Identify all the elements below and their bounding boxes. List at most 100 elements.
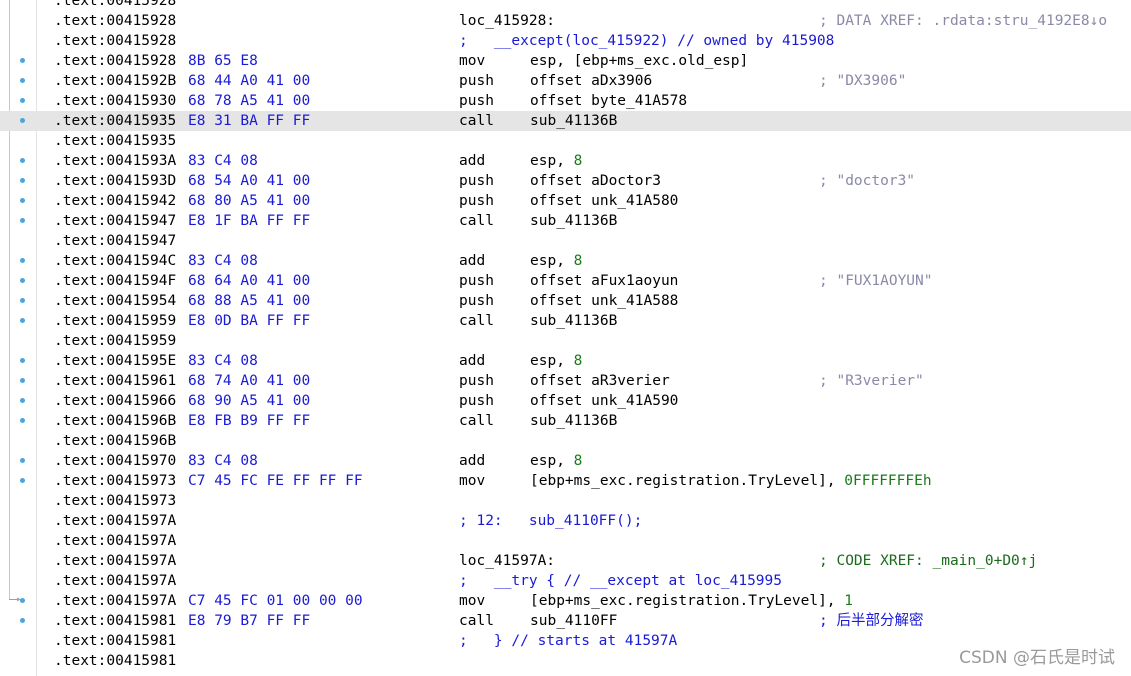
mnemonic[interactable]: mov	[459, 51, 485, 71]
mnemonic[interactable]: call	[459, 311, 494, 331]
address[interactable]: .text:0041596B	[54, 411, 176, 431]
address[interactable]: .text:00415954	[54, 291, 176, 311]
operand-text[interactable]: esp,	[530, 453, 574, 469]
listing-row[interactable]: .text:00415928 loc_415928: ; DATA XREF: .r…	[0, 11, 1131, 31]
operand-text[interactable]: esp,	[530, 153, 574, 169]
address[interactable]: .text:0041594F	[54, 271, 176, 291]
mnemonic[interactable]: push	[459, 291, 494, 311]
operands[interactable]: sub_41136B	[530, 311, 617, 331]
listing-row[interactable]: .text:00415930 68 78 A5 41 00 push offset b…	[0, 91, 1131, 111]
breakpoint-dot-icon[interactable]	[20, 418, 25, 423]
breakpoint-dot-icon[interactable]	[20, 78, 25, 83]
operands[interactable]: offset aDoctor3	[530, 171, 661, 191]
address[interactable]: .text:0041593A	[54, 151, 176, 171]
operand-text[interactable]: offset unk_41A580	[530, 193, 678, 209]
address[interactable]: .text:00415981	[54, 631, 176, 651]
operand-text[interactable]: sub_41136B	[530, 213, 617, 229]
address[interactable]: .text:00415981	[54, 651, 176, 671]
address[interactable]: .text:0041597A	[54, 531, 176, 551]
address[interactable]: .text:00415942	[54, 191, 176, 211]
address[interactable]: .text:00415973	[54, 491, 176, 511]
xref-comment[interactable]: ; CODE XREF: _main_0+D0↑j	[819, 551, 1037, 571]
listing-row[interactable]: .text:0041594C 83 C4 08 add esp, 8	[0, 251, 1131, 271]
address[interactable]: .text:0041597A	[54, 591, 176, 611]
listing-row[interactable]: .text:00415947 E8 1F BA FF FF call sub_4113…	[0, 211, 1131, 231]
operand-text[interactable]: esp,	[530, 353, 574, 369]
breakpoint-dot-icon[interactable]	[20, 618, 25, 623]
operand-text[interactable]: offset aDoctor3	[530, 173, 661, 189]
operand-text[interactable]: sub_41136B	[530, 313, 617, 329]
breakpoint-dot-icon[interactable]	[20, 398, 25, 403]
listing-row[interactable]: .text:0041597A ; 12: sub_4110FF();	[0, 511, 1131, 531]
operands[interactable]: [ebp+ms_exc.registration.TryLevel], 1	[530, 591, 853, 611]
address[interactable]: .text:00415928	[54, 51, 176, 71]
listing-row[interactable]: .text:00415981 E8 79 B7 FF FF call sub_4110…	[0, 611, 1131, 631]
listing-row[interactable]: .text:00415947	[0, 231, 1131, 251]
operands[interactable]: esp, 8	[530, 451, 582, 471]
operand-text[interactable]: offset byte_41A578	[530, 93, 687, 109]
address[interactable]: .text:00415961	[54, 371, 176, 391]
operand-text[interactable]: [ebp+ms_exc.registration.TryLevel],	[530, 473, 844, 489]
breakpoint-dot-icon[interactable]	[20, 598, 25, 603]
address[interactable]: .text:0041597A	[54, 571, 176, 591]
listing-row[interactable]: .text:0041597A loc_41597A: ; CODE XREF: _m…	[0, 551, 1131, 571]
address[interactable]: .text:0041593D	[54, 171, 176, 191]
listing-row[interactable]: .text:00415928 ; __except(loc_415922) // …	[0, 31, 1131, 51]
breakpoint-dot-icon[interactable]	[20, 178, 25, 183]
address[interactable]: .text:00415930	[54, 91, 176, 111]
listing-row[interactable]: .text:0041597A C7 45 FC 01 00 00 00 mov [eb…	[0, 591, 1131, 611]
breakpoint-dot-icon[interactable]	[20, 58, 25, 63]
operand-text[interactable]: offset aFux1aoyun	[530, 273, 678, 289]
mnemonic[interactable]: mov	[459, 471, 485, 491]
address[interactable]: .text:00415947	[54, 231, 176, 251]
breakpoint-dot-icon[interactable]	[20, 118, 25, 123]
operands[interactable]: offset unk_41A588	[530, 291, 678, 311]
operand-text[interactable]: [ebp+ms_exc.registration.TryLevel],	[530, 593, 844, 609]
listing-row[interactable]: .text:00415954 68 88 A5 41 00 push offset u…	[0, 291, 1131, 311]
listing-row[interactable]: .text:0041593A 83 C4 08 add esp, 8	[0, 151, 1131, 171]
breakpoint-dot-icon[interactable]	[20, 98, 25, 103]
address[interactable]: .text:00415959	[54, 331, 176, 351]
operands[interactable]: sub_41136B	[530, 411, 617, 431]
listing-row[interactable]: .text:00415970 83 C4 08 add esp, 8	[0, 451, 1131, 471]
breakpoint-dot-icon[interactable]	[20, 298, 25, 303]
operands[interactable]: esp, 8	[530, 251, 582, 271]
listing-row[interactable]: .text:0041597A	[0, 531, 1131, 551]
address[interactable]: .text:0041592B	[54, 71, 176, 91]
address[interactable]: .text:00415970	[54, 451, 176, 471]
mnemonic[interactable]: push	[459, 71, 494, 91]
operands[interactable]: offset unk_41A590	[530, 391, 678, 411]
operand-text[interactable]: sub_41136B	[530, 413, 617, 429]
mnemonic[interactable]: call	[459, 611, 494, 631]
breakpoint-dot-icon[interactable]	[20, 378, 25, 383]
mnemonic[interactable]: add	[459, 451, 485, 471]
listing-row[interactable]: .text:0041596B	[0, 431, 1131, 451]
mnemonic[interactable]: push	[459, 91, 494, 111]
listing-row[interactable]: .text:0041595E 83 C4 08 add esp, 8	[0, 351, 1131, 371]
listing-row[interactable]: .text:00415935 E8 31 BA FF FF call sub_4113…	[0, 111, 1131, 131]
breakpoint-dot-icon[interactable]	[20, 218, 25, 223]
address[interactable]: .text:0041596B	[54, 431, 176, 451]
mnemonic[interactable]: add	[459, 251, 485, 271]
operands[interactable]: sub_41136B	[530, 111, 617, 131]
mnemonic[interactable]: add	[459, 151, 485, 171]
operand-text[interactable]: offset aDx3906	[530, 73, 652, 89]
operand-text[interactable]: offset aR3verier	[530, 373, 670, 389]
address[interactable]: .text:00415928	[54, 31, 176, 51]
operand-text[interactable]: sub_41136B	[530, 113, 617, 129]
mnemonic[interactable]: add	[459, 351, 485, 371]
listing-row[interactable]: .text:00415928	[0, 0, 1131, 11]
breakpoint-dot-icon[interactable]	[20, 158, 25, 163]
mnemonic[interactable]: push	[459, 271, 494, 291]
operands[interactable]: esp, [ebp+ms_exc.old_esp]	[530, 51, 748, 71]
listing-row[interactable]: .text:00415928 8B 65 E8 mov esp, [ebp+ms_ex…	[0, 51, 1131, 71]
address[interactable]: .text:00415973	[54, 471, 176, 491]
operands[interactable]: offset byte_41A578	[530, 91, 687, 111]
xref-comment[interactable]: ; DATA XREF: .rdata:stru_4192E8↓o	[819, 11, 1107, 31]
operands[interactable]: esp, 8	[530, 151, 582, 171]
address[interactable]: .text:0041597A	[54, 551, 176, 571]
address[interactable]: .text:00415947	[54, 211, 176, 231]
address[interactable]: .text:00415981	[54, 611, 176, 631]
listing-row[interactable]: .text:00415959	[0, 331, 1131, 351]
code-label[interactable]: loc_415928:	[459, 11, 555, 31]
